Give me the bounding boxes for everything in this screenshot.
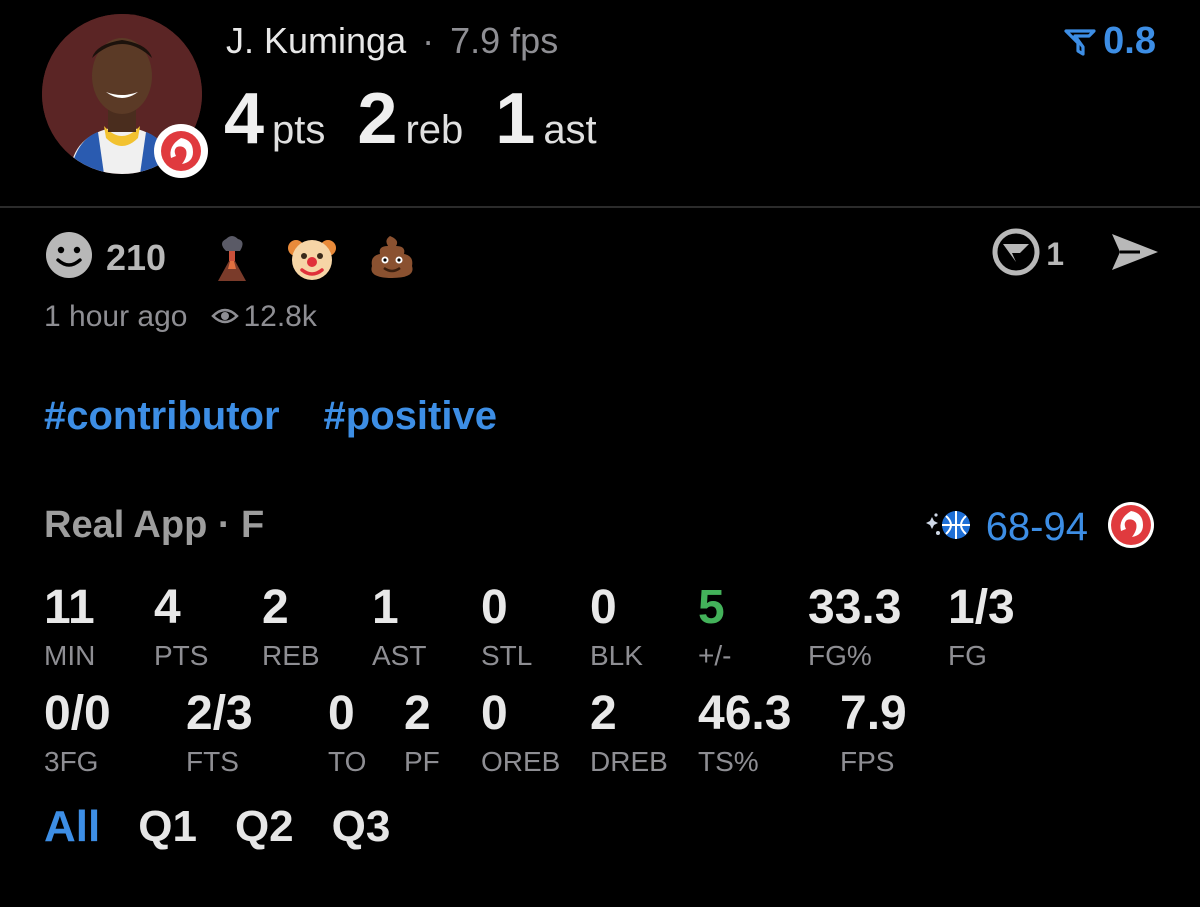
tag-contributor[interactable]: #contributor <box>44 394 280 439</box>
post-actions: 1 <box>992 228 1160 281</box>
headline-reb-label: reb <box>405 108 464 152</box>
filter-icon <box>1064 28 1096 56</box>
stat-label: +/- <box>698 640 732 671</box>
stat-label: FG% <box>808 640 872 671</box>
stat-value: 0 <box>481 687 508 740</box>
tab-all[interactable]: All <box>44 802 100 852</box>
stat-value: 46.3 <box>698 687 792 740</box>
stat-value: 0 <box>328 687 355 740</box>
stat-value: 11 <box>44 581 95 634</box>
stat-value: 0 <box>590 581 617 634</box>
stat-min: 11 MIN <box>44 584 95 672</box>
stat-value: 2 <box>590 687 617 740</box>
stat-label: BLK <box>590 640 643 671</box>
quarter-tabs: All Q1 Q2 Q3 <box>44 802 428 852</box>
comment-count: 1 <box>1046 236 1064 272</box>
poop-emoji-icon[interactable] <box>366 232 418 284</box>
stat-value: 2 <box>404 687 431 740</box>
stat-value: 0/0 <box>44 687 111 740</box>
headline-pts-value: 4 <box>224 79 265 159</box>
stat-fts: 2/3 FTS <box>186 690 253 778</box>
filter-value: 0.8 <box>1103 20 1156 62</box>
stat-value: 4 <box>154 581 181 634</box>
magic-logo-icon <box>924 507 974 548</box>
stat-label: AST <box>372 640 427 671</box>
eye-icon <box>211 300 240 334</box>
stat-label: PF <box>404 746 440 777</box>
stat-ts-pct: 46.3 TS% <box>698 690 791 778</box>
stat-pf: 2 PF <box>404 690 440 778</box>
stat-value: 33.3 <box>808 581 902 634</box>
tab-q1[interactable]: Q1 <box>138 802 197 852</box>
player-header: J. Kuminga · 7.9 fps <box>226 20 558 62</box>
headline-ast-value: 1 <box>495 79 536 159</box>
tab-q2[interactable]: Q2 <box>235 802 294 852</box>
game-source: Real App · F <box>44 504 265 546</box>
stat-label: FPS <box>840 746 895 777</box>
comment-icon[interactable] <box>992 228 1040 281</box>
stat-dreb: 2 DREB <box>590 690 668 778</box>
stat-reb: 2 REB <box>262 584 320 672</box>
reaction-count: 210 <box>106 236 167 278</box>
header-divider <box>0 206 1200 208</box>
view-count: 12.8k <box>243 300 317 333</box>
headline-pts-label: pts <box>272 108 326 152</box>
stat-label: FG <box>948 640 987 671</box>
headline-ast-label: ast <box>543 108 597 152</box>
clown-emoji-icon[interactable] <box>286 232 338 284</box>
stat-blk: 0 BLK <box>590 584 643 672</box>
smiley-reaction-icon[interactable] <box>44 230 94 285</box>
separator-dot: · <box>422 20 435 61</box>
stat-pts: 4 PTS <box>154 584 208 672</box>
stat-value: 7.9 <box>840 687 907 740</box>
filter-button[interactable]: 0.8 <box>1063 20 1156 63</box>
stat-value: 1/3 <box>948 581 1015 634</box>
hawks-logo-icon <box>1106 500 1156 555</box>
stat-label: STL <box>481 640 533 671</box>
player-name[interactable]: J. Kuminga <box>226 20 406 61</box>
tag-positive[interactable]: #positive <box>324 394 497 439</box>
score-text: 68-94 <box>985 505 1088 549</box>
tab-q3[interactable]: Q3 <box>332 802 391 852</box>
stat-value: 5 <box>698 581 725 634</box>
stat-label: PTS <box>154 640 209 671</box>
post-meta: 1 hour ago 12.8k <box>44 300 317 334</box>
stat-fps: 7.9 FPS <box>840 690 907 778</box>
stat-label: TS% <box>698 746 759 777</box>
stat-value: 1 <box>372 581 399 634</box>
hawks-logo-icon <box>154 124 208 178</box>
game-score[interactable]: 68-94 <box>924 500 1156 555</box>
player-fps: 7.9 fps <box>450 20 559 61</box>
reactions-row: 210 <box>44 230 446 285</box>
stat-label: 3FG <box>44 746 99 777</box>
stat-fg: 1/3 FG <box>948 584 1015 672</box>
stat-ast: 1 AST <box>372 584 426 672</box>
stat-value: 0 <box>481 581 508 634</box>
stat-to: 0 TO <box>328 690 366 778</box>
stat-label: REB <box>262 640 320 671</box>
stat-3fg: 0/0 3FG <box>44 690 111 778</box>
stat-label: MIN <box>44 640 96 671</box>
stat-fg-pct: 33.3 FG% <box>808 584 901 672</box>
stat-plus-minus: 5 +/- <box>698 584 731 672</box>
share-icon[interactable] <box>1110 230 1160 279</box>
stat-value: 2 <box>262 581 289 634</box>
stat-label: OREB <box>481 746 561 777</box>
stat-label: DREB <box>590 746 668 777</box>
post-time: 1 hour ago <box>44 300 188 333</box>
headline-reb-value: 2 <box>357 79 398 159</box>
stat-label: TO <box>328 746 367 777</box>
volcano-emoji-icon[interactable] <box>206 232 258 284</box>
tag-list: #contributor #positive <box>44 394 541 439</box>
stat-oreb: 0 OREB <box>481 690 560 778</box>
stat-value: 2/3 <box>186 687 253 740</box>
headline-stats: 4 pts 2 reb 1 ast <box>224 78 629 160</box>
stat-stl: 0 STL <box>481 584 532 672</box>
stat-label: FTS <box>186 746 239 777</box>
